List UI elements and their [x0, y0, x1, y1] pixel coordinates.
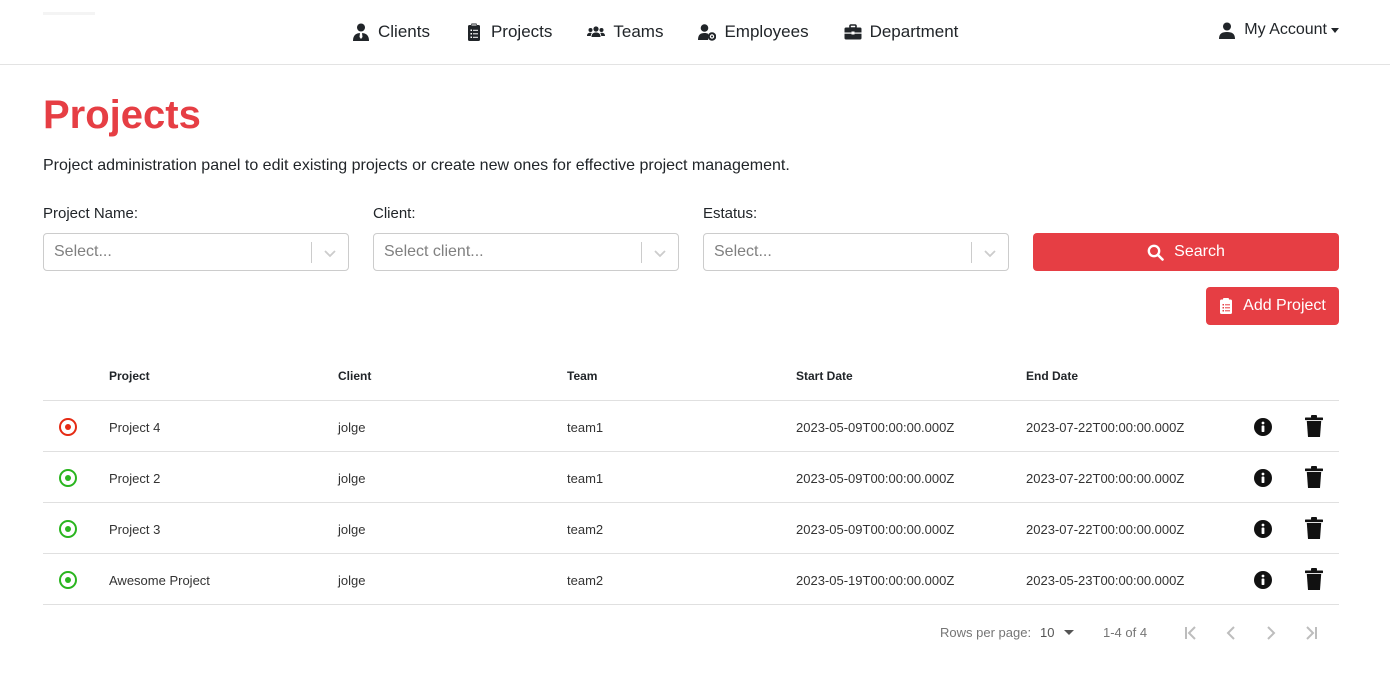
info-icon[interactable]: [1254, 469, 1272, 487]
table-header: Project Client Team Start Date End Date: [43, 350, 1339, 401]
select-separator: [311, 242, 312, 263]
cell-start-date: 2023-05-19T00:00:00.000Z: [796, 573, 955, 588]
user-tie-icon: [353, 23, 369, 41]
cell-team: team2: [567, 573, 604, 588]
chevron-down-icon: [654, 250, 666, 258]
cell-team: team2: [567, 522, 604, 537]
column-header-start-date[interactable]: Start Date: [796, 369, 853, 383]
caret-down-icon: [1064, 630, 1075, 635]
brand-logo[interactable]: [43, 12, 95, 15]
cell-project: Project 3: [109, 522, 161, 537]
users-icon: [587, 26, 606, 37]
cell-project: Awesome Project: [109, 573, 210, 588]
nav-links: Clients Projects Teams Employees Departm…: [352, 19, 958, 45]
table-body: Project 4 jolge team1 2023-05-09T00:00:00.0…: [43, 401, 1339, 605]
client-placeholder: Select client...: [384, 243, 484, 260]
status-select[interactable]: Select...: [703, 233, 1009, 271]
add-project-label: Add Project: [1243, 297, 1326, 314]
cell-client: jolge: [338, 522, 366, 537]
clipboard-list-icon: [467, 23, 480, 41]
cell-end-date: 2023-07-22T00:00:00.000Z: [1026, 471, 1185, 486]
rows-per-page-select[interactable]: 10: [1040, 625, 1075, 640]
cell-client: jolge: [338, 420, 366, 435]
select-separator: [641, 242, 642, 263]
search-button[interactable]: Search: [1033, 233, 1339, 271]
projects-table: Project Client Team Start Date End Date …: [43, 350, 1339, 605]
nav-item-department[interactable]: Department: [844, 22, 959, 42]
top-navbar: Clients Projects Teams Employees Departm…: [0, 0, 1390, 65]
user-icon: [1219, 22, 1236, 39]
my-account-label: My Account: [1244, 21, 1327, 38]
info-icon[interactable]: [1254, 520, 1272, 538]
page-description: Project administration panel to edit exi…: [43, 157, 790, 174]
info-icon[interactable]: [1254, 418, 1272, 436]
chevron-down-icon: [324, 250, 336, 258]
status-indicator-icon: [59, 469, 77, 487]
cell-end-date: 2023-07-22T00:00:00.000Z: [1026, 522, 1185, 537]
status-label: Estatus:: [703, 205, 758, 222]
column-header-client[interactable]: Client: [338, 369, 371, 383]
clipboard-list-icon: [1220, 298, 1233, 314]
add-project-button[interactable]: Add Project: [1206, 287, 1339, 325]
user-gear-icon: [698, 24, 717, 41]
page-range: 1-4 of 4: [1103, 625, 1148, 640]
cell-end-date: 2023-05-23T00:00:00.000Z: [1026, 573, 1185, 588]
nav-item-label: Clients: [378, 22, 430, 41]
trash-icon[interactable]: [1305, 517, 1323, 539]
status-indicator-icon: [59, 520, 77, 538]
cell-client: jolge: [338, 573, 366, 588]
cell-start-date: 2023-05-09T00:00:00.000Z: [796, 420, 955, 435]
my-account-dropdown[interactable]: My Account: [1219, 21, 1339, 39]
status-indicator-icon: [59, 418, 77, 436]
nav-item-label: Employees: [724, 22, 809, 41]
status-placeholder: Select...: [714, 243, 772, 260]
search-button-label: Search: [1174, 243, 1225, 260]
column-header-end-date[interactable]: End Date: [1026, 369, 1078, 383]
column-header-team[interactable]: Team: [567, 369, 597, 383]
trash-icon[interactable]: [1305, 415, 1323, 437]
info-icon[interactable]: [1254, 571, 1272, 589]
client-label: Client:: [373, 205, 416, 222]
nav-item-employees[interactable]: Employees: [698, 22, 809, 42]
client-select[interactable]: Select client...: [373, 233, 679, 271]
nav-item-clients[interactable]: Clients: [352, 22, 430, 42]
last-page-icon[interactable]: [1302, 624, 1320, 642]
cell-client: jolge: [338, 471, 366, 486]
nav-item-teams[interactable]: Teams: [587, 22, 663, 42]
nav-item-label: Projects: [490, 22, 553, 41]
search-icon: [1147, 244, 1164, 261]
cell-start-date: 2023-05-09T00:00:00.000Z: [796, 471, 955, 486]
page-title: Projects: [43, 93, 201, 137]
nav-item-label: Department: [869, 22, 959, 41]
nav-item-label: Teams: [613, 22, 664, 41]
rows-per-page-value: 10: [1040, 625, 1055, 640]
cell-start-date: 2023-05-09T00:00:00.000Z: [796, 522, 955, 537]
cell-project: Project 2: [109, 471, 161, 486]
table-row: Project 3 jolge team2 2023-05-09T00:00:00.0…: [43, 503, 1339, 554]
briefcase-icon: [844, 24, 862, 40]
cell-team: team1: [567, 471, 604, 486]
next-page-icon[interactable]: [1262, 624, 1280, 642]
project-name-label: Project Name:: [43, 205, 139, 222]
table-row: Project 4 jolge team1 2023-05-09T00:00:00.0…: [43, 401, 1339, 452]
project-name-select[interactable]: Select...: [43, 233, 349, 271]
table-row: Awesome Project jolge team2 2023-05-19T00:0…: [43, 554, 1339, 605]
select-separator: [971, 242, 972, 263]
cell-project: Project 4: [109, 420, 161, 435]
status-indicator-icon: [59, 571, 77, 589]
trash-icon[interactable]: [1305, 466, 1323, 488]
caret-down-icon: [1331, 27, 1339, 33]
chevron-down-icon: [984, 250, 996, 258]
cell-team: team1: [567, 420, 604, 435]
rows-per-page-label: Rows per page:: [940, 625, 1032, 640]
project-name-placeholder: Select...: [54, 243, 112, 260]
trash-icon[interactable]: [1305, 568, 1323, 590]
nav-item-projects[interactable]: Projects: [465, 22, 552, 42]
first-page-icon[interactable]: [1182, 624, 1200, 642]
cell-end-date: 2023-07-22T00:00:00.000Z: [1026, 420, 1185, 435]
table-row: Project 2 jolge team1 2023-05-09T00:00:00.0…: [43, 452, 1339, 503]
previous-page-icon[interactable]: [1222, 624, 1240, 642]
column-header-project[interactable]: Project: [109, 369, 150, 383]
